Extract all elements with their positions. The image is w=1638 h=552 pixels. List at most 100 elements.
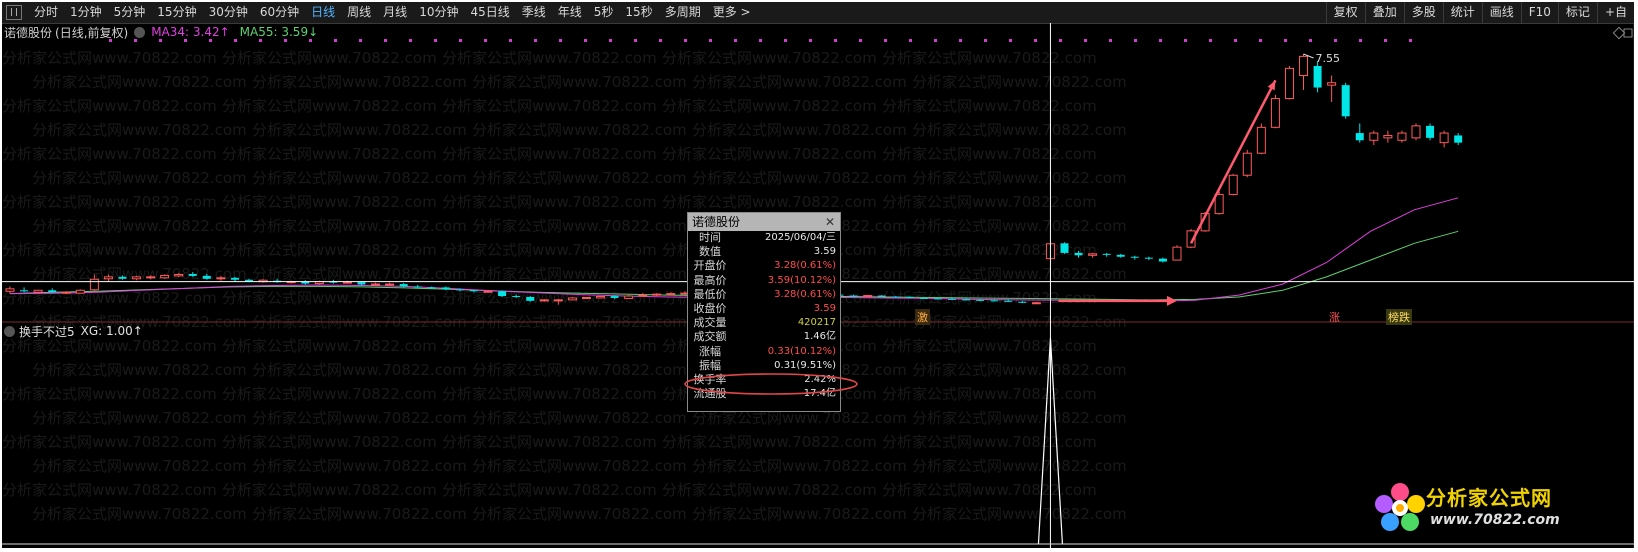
candle-body (1270, 98, 1280, 128)
candle-body (118, 276, 127, 279)
candle-body (933, 298, 942, 300)
candle-body (1130, 256, 1139, 258)
candle-body (230, 277, 239, 280)
signal-dot (959, 39, 962, 42)
candle-body (1454, 135, 1463, 143)
tooltip-row-value: 2.42% (804, 373, 836, 385)
candle-body (581, 296, 591, 299)
signal-dot (309, 39, 312, 42)
tooltip-row: 流通股 17.4亿 (688, 387, 840, 401)
tooltip-row: 最低价 3.28(0.61%) (688, 288, 840, 302)
signal-dot (384, 39, 387, 42)
flower-logo-icon (1375, 483, 1425, 531)
candle-body (146, 276, 156, 279)
tooltip-row-value: 3.59(10.12%) (767, 274, 836, 286)
signal-dot (934, 39, 937, 42)
candle-body (1158, 258, 1167, 262)
tooltip-row-value: 3.59 (813, 302, 836, 314)
tooltip-row-label: 时间 (699, 231, 721, 244)
signal-badge-bangdie: 榜跌 (1386, 309, 1412, 325)
candle-body (596, 296, 606, 299)
candle-body (61, 291, 71, 294)
candle-body (849, 295, 858, 297)
candle-body (385, 283, 395, 286)
signal-dot (1334, 39, 1337, 42)
close-icon[interactable]: ✕ (825, 213, 835, 231)
candle-body (610, 296, 619, 298)
logo-brand-text: 分析家公式网 (1426, 486, 1552, 510)
candle-body (371, 283, 381, 286)
diamond-icon (1612, 26, 1626, 40)
tooltip-row-label: 收盘价 (693, 301, 727, 315)
tooltip-row-label: 成交额 (693, 330, 727, 344)
candle-body (357, 282, 366, 285)
candle-body (863, 295, 873, 298)
candle-body (1369, 132, 1379, 141)
data-tooltip-window[interactable]: 诺德股份 ✕ 时间 2025/06/04/三 数值 3.59 开盘价 3.28(0.61%… (687, 212, 841, 412)
signal-dot (884, 39, 887, 42)
logo-url-text: www.70822.com (1430, 512, 1560, 528)
tooltip-title: 诺德股份 (692, 215, 741, 229)
stock-chart-app: 分时 1分钟 5分钟 15分钟 30分钟 60分钟 日线 周线 月线 10分钟 45日线 季线 年线 5秒… (2, 2, 1634, 548)
candle-body (553, 299, 563, 302)
signal-dot (559, 39, 562, 42)
tooltip-row-label: 最高价 (693, 273, 727, 287)
candle-body (1341, 85, 1350, 117)
candle-body (160, 274, 170, 279)
tooltip-row: 开盘价 3.28(0.61%) (688, 259, 840, 273)
candle-body (1313, 65, 1322, 88)
signal-dot (234, 39, 237, 42)
candle-body (427, 287, 436, 289)
signal-dot (1059, 39, 1062, 42)
candle-body (976, 299, 985, 301)
candle-body (20, 290, 29, 292)
signal-dot (1084, 39, 1087, 42)
candle-body (1172, 246, 1182, 261)
tooltip-row-label: 最低价 (693, 287, 727, 301)
signal-dot (534, 39, 537, 42)
candle-body (905, 296, 914, 298)
tooltip-row-value: 17.4亿 (803, 388, 836, 400)
candle-body (1299, 55, 1309, 77)
candle-body (399, 284, 408, 287)
signal-dot (459, 39, 462, 42)
signal-dot (909, 39, 912, 42)
signal-dot (1184, 39, 1187, 42)
signal-dot (259, 39, 262, 42)
signal-dot (584, 39, 587, 42)
signal-dot (109, 39, 112, 42)
signal-dot (1359, 39, 1362, 42)
tooltip-row-label: 换手率 (693, 372, 727, 386)
tooltip-rows: 时间 2025/06/04/三 数值 3.59 开盘价 3.28(0.61%) 最高价 3.5… (688, 231, 840, 401)
candle-body (202, 275, 211, 279)
signal-dot (1034, 39, 1037, 42)
tooltip-row-value: 1.46亿 (803, 331, 836, 343)
candle-body (216, 277, 226, 280)
tooltip-row-label: 振幅 (699, 358, 721, 372)
signal-dot (734, 39, 737, 42)
candle-body (469, 290, 478, 292)
signal-dot (759, 39, 762, 42)
signal-dot (184, 39, 187, 42)
candle-body (342, 281, 352, 284)
candle-body (75, 289, 85, 294)
candle-body (891, 296, 900, 298)
high-price-label: 7.55 (1316, 52, 1341, 65)
signal-dot (1109, 39, 1112, 42)
signal-dot (484, 39, 487, 42)
signal-dot (984, 39, 987, 42)
tooltip-header[interactable]: 诺德股份 ✕ (688, 213, 840, 231)
candle-body (498, 291, 507, 297)
candle-body (624, 295, 634, 299)
candle-body (1214, 193, 1224, 215)
candle-body (1397, 132, 1407, 141)
candle-body (441, 287, 450, 290)
candle-body (1228, 174, 1238, 195)
tooltip-row: 收盘价 3.59 (688, 302, 840, 316)
candle-body (132, 276, 142, 280)
tooltip-row-label: 涨幅 (699, 344, 721, 358)
tooltip-row: 振幅 0.31(9.51%) (688, 359, 840, 373)
candle-body (188, 273, 197, 276)
tooltip-row: 数值 3.59 (688, 245, 840, 259)
tooltip-row-label: 成交量 (693, 316, 727, 330)
